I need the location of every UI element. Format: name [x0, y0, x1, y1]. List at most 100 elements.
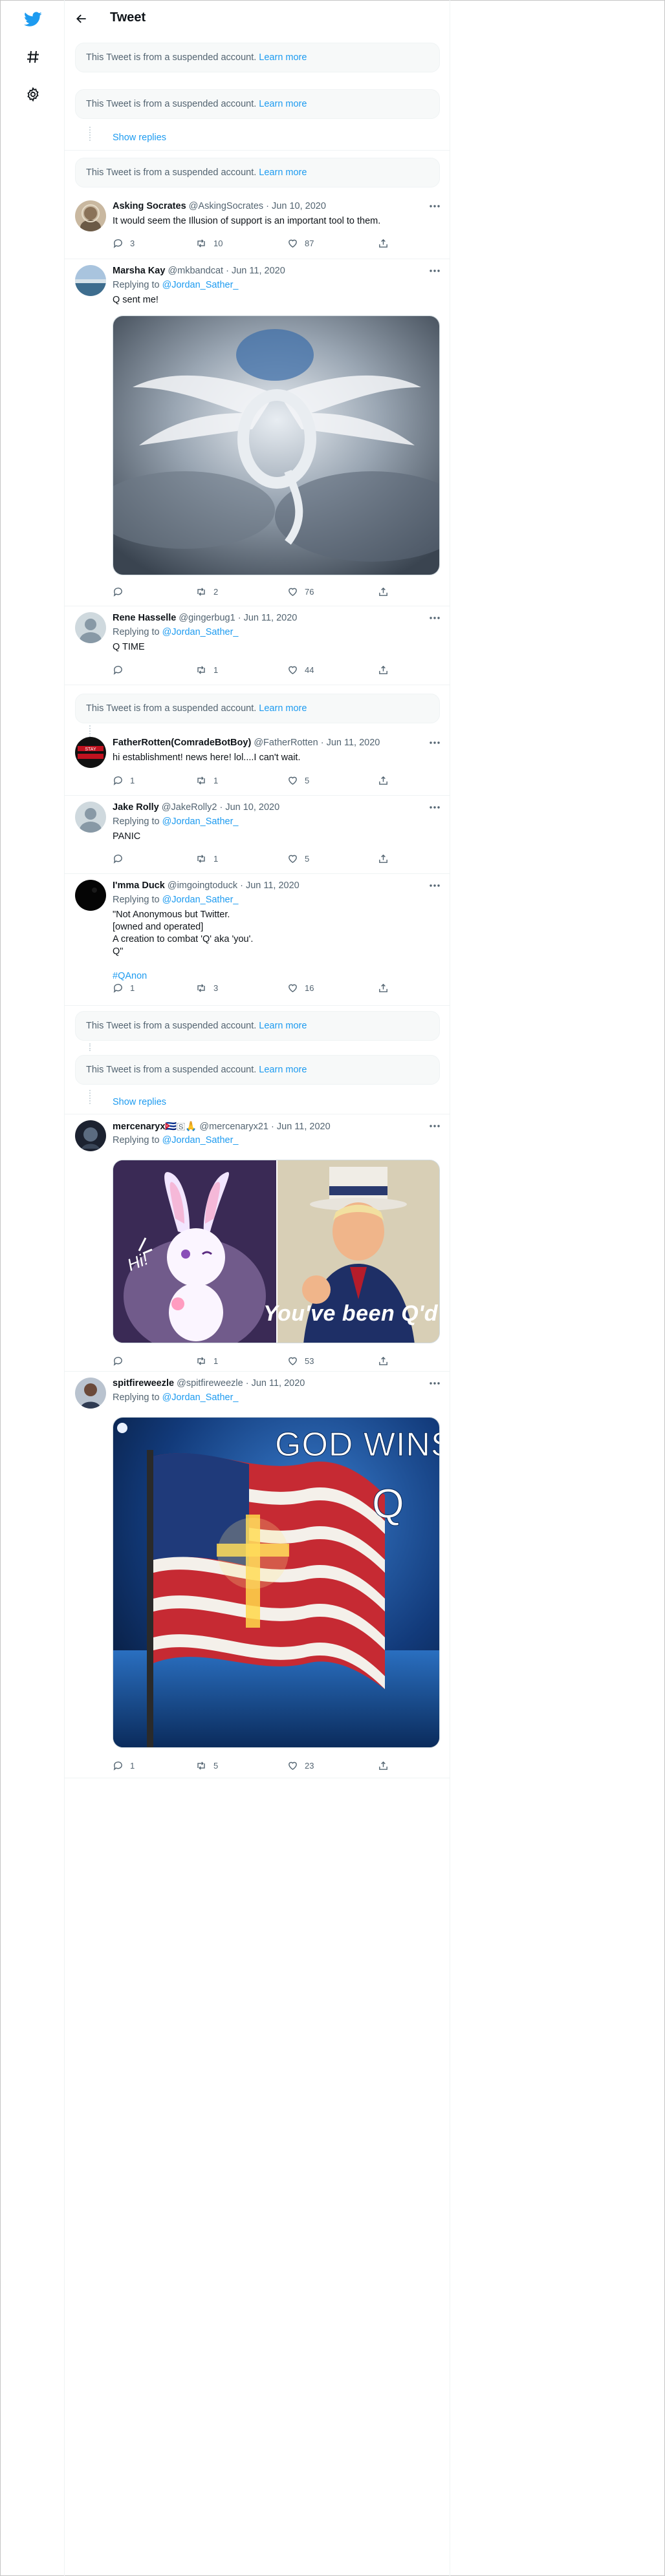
- tweet-date[interactable]: Jun 10, 2020: [272, 201, 326, 211]
- display-name[interactable]: spitfireweezle: [113, 1378, 174, 1389]
- learn-more-link[interactable]: Learn more: [259, 52, 307, 63]
- tweet[interactable]: I'mma Duck @imgoingtoduck · Jun 11, 2020…: [65, 873, 450, 1005]
- share-icon[interactable]: [378, 852, 389, 865]
- learn-more-link[interactable]: Learn more: [259, 1021, 307, 1031]
- like-button[interactable]: 44: [287, 663, 314, 676]
- learn-more-link[interactable]: Learn more: [259, 703, 307, 714]
- share-icon[interactable]: [378, 1354, 389, 1367]
- retweet-button[interactable]: 2: [195, 585, 218, 598]
- hashtag-link[interactable]: #QAnon: [113, 971, 147, 981]
- more-icon[interactable]: [428, 803, 441, 812]
- back-arrow-icon[interactable]: [74, 11, 89, 27]
- like-button[interactable]: 53: [287, 1354, 314, 1367]
- avatar[interactable]: [75, 880, 106, 911]
- learn-more-link[interactable]: Learn more: [259, 167, 307, 178]
- avatar[interactable]: [75, 612, 106, 643]
- like-button[interactable]: 87: [287, 237, 314, 250]
- tweet[interactable]: Asking Socrates @AskingSocrates · Jun 10…: [65, 194, 450, 259]
- share-icon[interactable]: [378, 237, 389, 250]
- learn-more-link[interactable]: Learn more: [259, 99, 307, 109]
- avatar[interactable]: [75, 265, 106, 296]
- retweet-button[interactable]: 10: [195, 237, 223, 250]
- avatar[interactable]: [75, 1120, 106, 1151]
- share-icon[interactable]: [378, 774, 389, 787]
- tweet-date[interactable]: Jun 11, 2020: [244, 613, 298, 623]
- more-icon[interactable]: [428, 1122, 441, 1131]
- show-replies-link[interactable]: Show replies: [113, 133, 166, 143]
- more-icon[interactable]: [428, 881, 441, 890]
- tweet-date[interactable]: Jun 11, 2020: [246, 880, 300, 891]
- handle[interactable]: @gingerbug1: [179, 613, 235, 623]
- handle[interactable]: @mkbandcat: [168, 266, 223, 276]
- reply-button[interactable]: 1: [113, 981, 135, 994]
- learn-more-link[interactable]: Learn more: [259, 1065, 307, 1075]
- mention-link[interactable]: @Jordan_Sather_: [162, 1135, 239, 1145]
- retweet-button[interactable]: 1: [195, 852, 218, 865]
- more-icon[interactable]: [428, 738, 441, 747]
- mention-link[interactable]: @Jordan_Sather_: [162, 1392, 239, 1403]
- avatar[interactable]: [75, 1378, 106, 1409]
- mention-link[interactable]: @Jordan_Sather_: [162, 627, 239, 637]
- reply-button[interactable]: 1: [113, 1759, 135, 1772]
- tweet-image[interactable]: [113, 315, 440, 575]
- avatar[interactable]: [75, 802, 106, 833]
- gear-icon[interactable]: [24, 85, 42, 103]
- reply-button[interactable]: [113, 585, 130, 598]
- avatar[interactable]: [75, 200, 106, 231]
- display-name[interactable]: Rene Hasselle: [113, 613, 176, 623]
- tweet-image-pair[interactable]: Hi! You've been Q'd: [113, 1160, 440, 1343]
- like-button[interactable]: 5: [287, 852, 309, 865]
- handle[interactable]: @mercenaryx21: [199, 1122, 268, 1132]
- retweet-button[interactable]: 1: [195, 663, 218, 676]
- display-name[interactable]: FatherRotten(ComradeBotBoy): [113, 738, 251, 748]
- more-icon[interactable]: [428, 266, 441, 275]
- reply-button[interactable]: [113, 663, 130, 676]
- retweet-button[interactable]: 1: [195, 1354, 218, 1367]
- handle[interactable]: @imgoingtoduck: [168, 880, 237, 891]
- share-icon[interactable]: [378, 981, 389, 994]
- display-name[interactable]: mercenaryx: [113, 1122, 165, 1132]
- like-button[interactable]: 23: [287, 1759, 314, 1772]
- tweet-date[interactable]: Jun 11, 2020: [277, 1122, 331, 1132]
- mention-link[interactable]: @Jordan_Sather_: [162, 895, 239, 905]
- more-icon[interactable]: [428, 202, 441, 211]
- tweet[interactable]: Rene Hasselle @gingerbug1 · Jun 11, 2020…: [65, 606, 450, 685]
- mention-link[interactable]: @Jordan_Sather_: [162, 816, 239, 827]
- share-icon[interactable]: [378, 585, 389, 598]
- display-name[interactable]: Jake Rolly: [113, 802, 159, 813]
- display-name[interactable]: Marsha Kay: [113, 266, 165, 276]
- tweet-date[interactable]: Jun 11, 2020: [327, 738, 380, 748]
- display-name[interactable]: I'mma Duck: [113, 880, 165, 891]
- hashtag-icon[interactable]: [24, 48, 42, 66]
- handle[interactable]: @JakeRolly2: [162, 802, 217, 813]
- share-icon[interactable]: [378, 663, 389, 676]
- handle[interactable]: @AskingSocrates: [189, 201, 263, 211]
- avatar[interactable]: STAY: [75, 737, 106, 768]
- tweet-date[interactable]: Jun 10, 2020: [225, 802, 279, 813]
- mention-link[interactable]: @Jordan_Sather_: [162, 280, 239, 290]
- tweet[interactable]: spitfireweezle @spitfireweezle · Jun 11,…: [65, 1371, 450, 1778]
- reply-button[interactable]: [113, 1354, 130, 1367]
- like-button[interactable]: 16: [287, 981, 314, 994]
- retweet-button[interactable]: 5: [195, 1759, 218, 1772]
- tweet[interactable]: Jake Rolly @JakeRolly2 · Jun 10, 2020 Re…: [65, 795, 450, 873]
- retweet-button[interactable]: 1: [195, 774, 218, 787]
- tweet-image[interactable]: GOD WINS Q: [113, 1417, 440, 1748]
- twitter-logo-icon[interactable]: [24, 10, 42, 28]
- reply-button[interactable]: 3: [113, 237, 135, 250]
- tweet-date[interactable]: Jun 11, 2020: [232, 266, 285, 276]
- like-button[interactable]: 76: [287, 585, 314, 598]
- share-icon[interactable]: [378, 1759, 389, 1772]
- more-icon[interactable]: [428, 613, 441, 623]
- more-icon[interactable]: [428, 1379, 441, 1388]
- handle[interactable]: @FatherRotten: [254, 738, 318, 748]
- tweet[interactable]: STAY FatherRotten(ComradeBotBoy) @Father…: [65, 730, 450, 795]
- tweet[interactable]: mercenaryx🇨🇺🇸🙏 @mercenaryx21 · Jun 11, 2…: [65, 1114, 450, 1371]
- tweet[interactable]: Marsha Kay @mkbandcat · Jun 11, 2020 Rep…: [65, 259, 450, 606]
- display-name[interactable]: Asking Socrates: [113, 201, 186, 211]
- retweet-button[interactable]: 3: [195, 981, 218, 994]
- handle[interactable]: @spitfireweezle: [177, 1378, 243, 1389]
- like-button[interactable]: 5: [287, 774, 309, 787]
- show-replies-link[interactable]: Show replies: [113, 1097, 166, 1107]
- reply-button[interactable]: [113, 852, 130, 865]
